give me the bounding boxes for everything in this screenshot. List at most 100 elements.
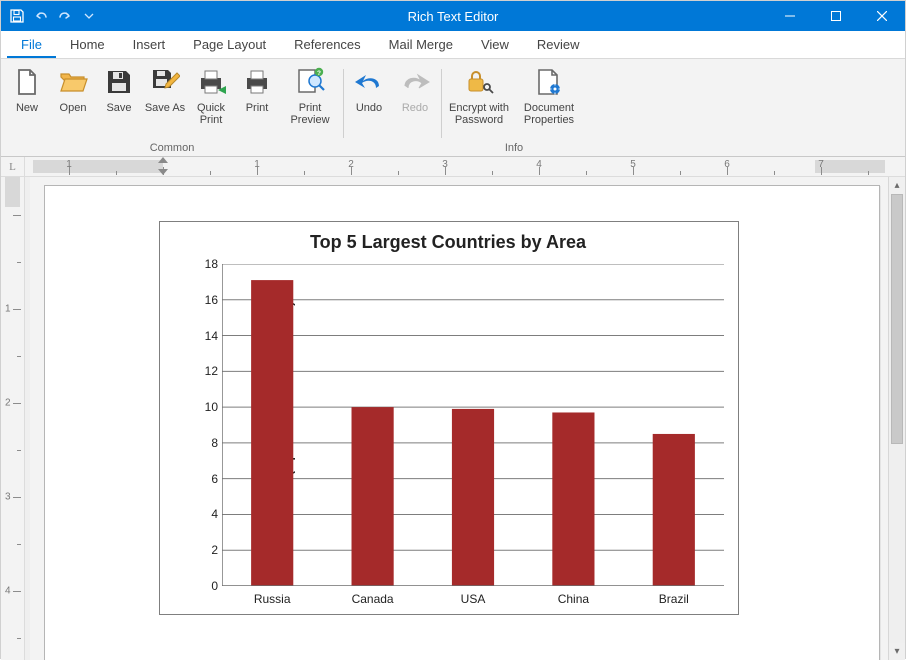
new-button[interactable]: New (5, 63, 49, 128)
quick-print-button[interactable]: Quick Print (189, 63, 233, 128)
vruler-num: 4 (5, 586, 11, 597)
undo-arrow-icon (351, 65, 387, 99)
vruler-num: 2 (5, 398, 11, 409)
chart-x-tick: China (538, 592, 608, 606)
tab-review[interactable]: Review (523, 32, 594, 58)
print-preview-label: Print Preview (282, 102, 338, 126)
chart-bar (452, 409, 494, 586)
tab-page-layout[interactable]: Page Layout (179, 32, 280, 58)
save-button[interactable]: Save (97, 63, 141, 128)
save-as-icon (147, 65, 183, 99)
tab-view[interactable]: View (467, 32, 523, 58)
hruler-num: 6 (724, 159, 730, 170)
chart-x-tick: Brazil (639, 592, 709, 606)
hruler-num: 3 (442, 159, 448, 170)
chart-plot-area (222, 264, 724, 586)
save-label: Save (106, 102, 131, 126)
ribbon: New Open Save Save As (1, 59, 905, 157)
vruler-num: 1 (5, 304, 11, 315)
tab-mail-merge[interactable]: Mail Merge (375, 32, 467, 58)
undo-button[interactable]: Undo (347, 63, 391, 128)
horizontal-ruler[interactable]: L 1 1 2 3 4 5 6 7 (1, 157, 905, 177)
lock-key-icon (461, 65, 497, 99)
encrypt-button[interactable]: Encrypt with Password (445, 63, 513, 128)
window-titlebar: Rich Text Editor (1, 1, 905, 31)
tab-home[interactable]: Home (56, 32, 119, 58)
window-buttons (767, 1, 905, 31)
open-folder-icon (55, 65, 91, 99)
chart-bar (653, 434, 695, 586)
vertical-ruler[interactable]: 1234 (1, 177, 25, 660)
chart-x-tick: Canada (338, 592, 408, 606)
save-as-label: Save As (145, 102, 185, 126)
hruler-num: 1 (254, 159, 260, 170)
chart-bar (352, 407, 394, 586)
redo-label: Redo (402, 102, 428, 126)
doc-properties-button[interactable]: Document Properties (515, 63, 583, 128)
undo-label: Undo (356, 102, 382, 126)
hruler-num: 1 (66, 159, 72, 170)
qat-dropdown-icon[interactable] (81, 8, 97, 24)
quick-access-toolbar (1, 8, 105, 24)
encrypt-label: Encrypt with Password (446, 102, 512, 126)
redo-icon[interactable] (57, 8, 73, 24)
document-area: 1234 Top 5 Largest Countries by Area Tot… (1, 177, 905, 660)
open-label: Open (60, 102, 87, 126)
group-history-label (347, 142, 437, 156)
print-preview-icon: ? (292, 65, 328, 99)
ruler-corner: L (1, 157, 25, 176)
close-button[interactable] (859, 1, 905, 31)
chart-x-tick: Russia (237, 592, 307, 606)
chart-y-tick: 12 (194, 364, 218, 378)
tab-insert[interactable]: Insert (119, 32, 180, 58)
chart-y-tick: 10 (194, 400, 218, 414)
save-icon[interactable] (9, 8, 25, 24)
scroll-up-button[interactable]: ▴ (889, 177, 905, 194)
scroll-down-button[interactable]: ▾ (889, 643, 905, 660)
hruler-num: 2 (348, 159, 354, 170)
ribbon-group-info: Encrypt with Password Document Propertie… (441, 63, 587, 156)
new-label: New (16, 102, 38, 126)
maximize-button[interactable] (813, 1, 859, 31)
hruler-num: 5 (630, 159, 636, 170)
group-common-label: Common (5, 142, 339, 156)
doc-properties-icon (531, 65, 567, 99)
chart-y-tick: 0 (194, 579, 218, 593)
print-button[interactable]: Print (235, 63, 279, 128)
hruler-num: 4 (536, 159, 542, 170)
svg-text:?: ? (317, 70, 321, 77)
ribbon-group-common: New Open Save Save As (1, 63, 343, 156)
tab-file[interactable]: File (7, 32, 56, 58)
chart-y-tick: 6 (194, 472, 218, 486)
quick-print-label: Quick Print (190, 102, 232, 126)
new-file-icon (9, 65, 45, 99)
chart-y-tick: 8 (194, 436, 218, 450)
open-button[interactable]: Open (51, 63, 95, 128)
chart-frame[interactable]: Top 5 Largest Countries by Area Total ar… (159, 221, 739, 615)
print-preview-button[interactable]: ? Print Preview (281, 63, 339, 128)
print-icon (239, 65, 275, 99)
quick-print-icon (193, 65, 229, 99)
chart-x-tick: USA (438, 592, 508, 606)
minimize-button[interactable] (767, 1, 813, 31)
redo-arrow-icon (397, 65, 433, 99)
print-label: Print (246, 102, 269, 126)
save-as-button[interactable]: Save As (143, 63, 187, 128)
group-info-label: Info (445, 142, 583, 156)
chart-bar (552, 412, 594, 586)
document-page[interactable]: Top 5 Largest Countries by Area Total ar… (44, 185, 880, 660)
scroll-thumb[interactable] (891, 194, 903, 444)
chart-y-tick: 18 (194, 257, 218, 271)
save-disk-icon (101, 65, 137, 99)
tab-references[interactable]: References (280, 32, 374, 58)
chart-bar (251, 280, 293, 586)
page-viewport: Top 5 Largest Countries by Area Total ar… (30, 177, 888, 660)
ribbon-group-history: Undo Redo (343, 63, 441, 156)
hruler-num: 7 (818, 159, 824, 170)
undo-icon[interactable] (33, 8, 49, 24)
chart-y-tick: 14 (194, 329, 218, 343)
ribbon-tabs: File Home Insert Page Layout References … (1, 31, 905, 59)
vertical-scrollbar[interactable]: ▴ ▾ (888, 177, 905, 660)
redo-button: Redo (393, 63, 437, 128)
chart-y-tick: 4 (194, 507, 218, 521)
